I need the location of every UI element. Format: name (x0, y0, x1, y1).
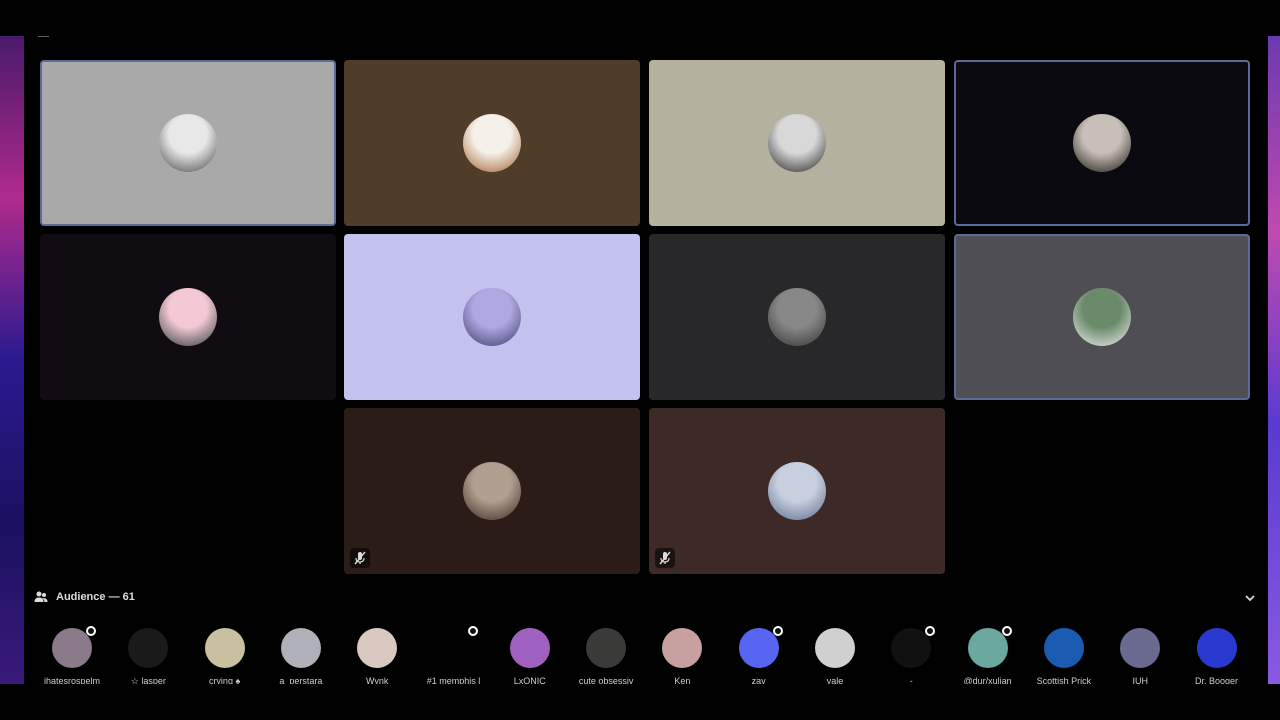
audience-member-name: zay (751, 676, 766, 684)
avatar (738, 626, 783, 668)
audience-member[interactable]: @dur/xulian (950, 626, 1026, 684)
audience-member-name: LxONIC (513, 676, 546, 684)
audience-list: ihatesrospelm ☆ lasper crying ♠ a_perstara W… (24, 626, 1268, 684)
audience-member[interactable]: LxONIC (492, 628, 568, 684)
status-badge (86, 626, 96, 636)
audience-member[interactable]: #1 memphis l (416, 626, 492, 684)
avatar (357, 628, 398, 668)
audience-member-name: ☆ lasper (130, 676, 166, 684)
audience-member[interactable]: ☆ lasper (110, 628, 186, 684)
speaker-avatar (159, 114, 217, 172)
chevron-down-icon[interactable] (1244, 592, 1256, 604)
audience-member-name: Dr. Booger (1194, 676, 1239, 684)
avatar (662, 628, 703, 668)
audience-member-name: #1 memphis l (426, 676, 481, 684)
audience-member-name: IUH (1132, 676, 1148, 684)
audience-member[interactable]: crying ♠ (187, 628, 263, 684)
avatar (967, 626, 1012, 668)
audience-header[interactable]: Audience — 61 (34, 590, 135, 604)
speaker-tile[interactable] (40, 60, 336, 226)
avatar (1120, 628, 1161, 668)
speaker-avatar (768, 462, 826, 520)
speaker-tile[interactable] (40, 234, 336, 400)
audience-member[interactable]: vale (797, 628, 873, 684)
audience-member-name: cute obsessiv (578, 676, 634, 684)
muted-mic-icon (350, 548, 370, 568)
status-badge (467, 626, 478, 636)
speaker-avatar (1073, 288, 1131, 346)
audience-member-name: Wynk (365, 676, 389, 684)
audience-member[interactable]: Scottish Prick (1026, 628, 1102, 684)
audience-member-name: a_perstara (279, 676, 323, 684)
speaker-tile[interactable] (649, 234, 945, 400)
audience-member-name: Ken (674, 676, 691, 684)
avatar (815, 628, 855, 668)
audience-member[interactable]: a_perstara (263, 628, 339, 684)
status-badge (772, 626, 783, 636)
audience-member[interactable]: zay (721, 626, 797, 684)
audience-member-name: @dur/xulian (963, 676, 1012, 684)
audience-member-name: Scottish Prick (1036, 676, 1092, 684)
audience-member-name: ihatesrospelm (43, 676, 101, 684)
status-badge (925, 626, 936, 636)
audience-member[interactable]: ihatesrospelm (34, 626, 110, 684)
avatar (433, 626, 478, 668)
speaker-tile[interactable] (344, 408, 640, 574)
speaker-avatar (463, 114, 521, 172)
speaker-avatar (159, 288, 217, 346)
audience-member-name: crying ♠ (208, 676, 241, 684)
speaker-avatar (463, 288, 521, 346)
speaker-tile[interactable] (344, 234, 640, 400)
audience-title: Audience — 61 (56, 591, 135, 603)
audience-member-name: - (909, 676, 913, 684)
audience-member[interactable]: IUH (1102, 628, 1178, 684)
speaker-tile[interactable] (344, 60, 640, 226)
audience-member[interactable]: Dr. Booger (1179, 628, 1255, 684)
speaker-avatar (768, 114, 826, 172)
avatar (1043, 628, 1084, 668)
speaker-tile[interactable] (649, 408, 945, 574)
audience-member[interactable]: Wynk (339, 628, 415, 684)
muted-mic-icon (655, 548, 675, 568)
avatar (509, 628, 550, 668)
audience-member-name: vale (826, 676, 844, 684)
speaker-tile[interactable] (954, 234, 1250, 400)
avatar (280, 628, 321, 668)
speaker-avatar (768, 288, 826, 346)
background-wallpaper-right (1268, 36, 1280, 684)
avatar (1196, 628, 1237, 668)
audience-people-icon (34, 591, 48, 602)
status-badge (1001, 626, 1012, 636)
avatar (128, 628, 169, 668)
speaker-avatar (1073, 114, 1131, 172)
speaker-tile[interactable] (649, 60, 945, 226)
audience-member[interactable]: cute obsessiv (568, 628, 644, 684)
background-wallpaper-left (0, 36, 24, 684)
avatar (891, 626, 936, 668)
audience-member[interactable]: - (873, 626, 949, 684)
speaker-tile[interactable] (954, 60, 1250, 226)
stage-header-label: — (38, 36, 49, 42)
avatar (204, 628, 245, 668)
audience-member[interactable]: Ken (644, 628, 720, 684)
stage-channel-window: — Audience — 61 ihatesrospelm ☆ lasper cry… (24, 36, 1268, 684)
avatar (52, 626, 96, 668)
speaker-avatar (463, 462, 521, 520)
avatar (586, 628, 627, 668)
